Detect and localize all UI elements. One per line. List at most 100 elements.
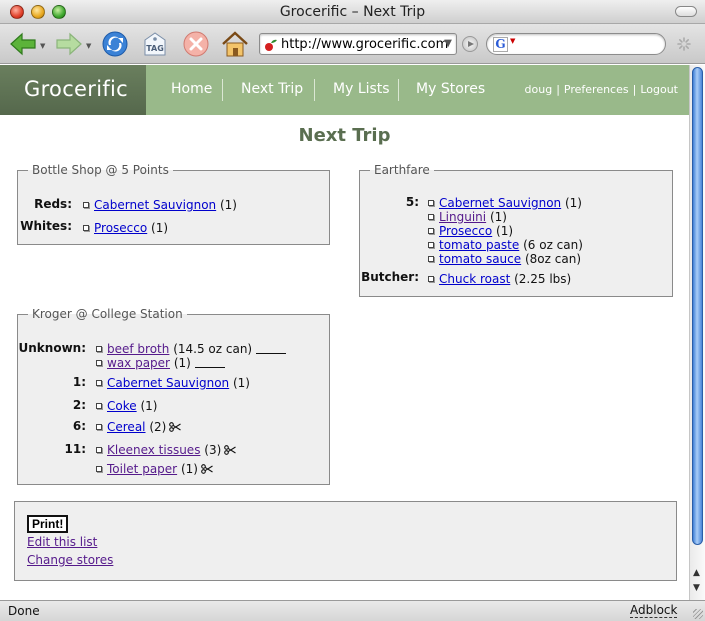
preferences-link[interactable]: Preferences (564, 83, 629, 96)
item-checkbox[interactable] (428, 228, 434, 234)
item-link[interactable]: Coke (107, 399, 137, 413)
edit-list-link[interactable]: Edit this list (27, 535, 97, 549)
item-checkbox[interactable] (96, 360, 102, 366)
item-link[interactable]: Toilet paper (107, 462, 177, 476)
item-qty: (1) (496, 224, 514, 238)
item-link[interactable]: Cabernet Sauvignon (107, 376, 229, 390)
logout-link[interactable]: Logout (640, 83, 678, 96)
status-bar: Done Adblock (0, 600, 705, 621)
forward-arrow-icon (56, 32, 82, 56)
toolbar-toggle-button[interactable] (675, 6, 697, 17)
print-button[interactable]: Print! (27, 515, 69, 533)
aisle-label: Unknown: (18, 341, 86, 355)
store-box-bottle-shop: Bottle Shop @ 5 Points Reds: Cabernet Sa… (17, 163, 330, 245)
search-bar[interactable]: G ▼ (486, 33, 666, 55)
change-stores-link[interactable]: Change stores (27, 553, 113, 567)
item-link[interactable]: Prosecco (439, 224, 492, 238)
price-blank (194, 367, 225, 368)
url-history-dropdown[interactable]: ▼ (444, 38, 452, 49)
item-checkbox[interactable] (428, 276, 434, 282)
item-checkbox[interactable] (428, 256, 434, 262)
list-item: Chuck roast (2.25 lbs) (428, 272, 571, 286)
nav-my-lists[interactable]: My Lists (333, 81, 390, 97)
item-qty: (3) (204, 443, 222, 457)
adblock-button[interactable]: Adblock (630, 604, 678, 618)
search-engine-dropdown[interactable]: ▼ (510, 37, 515, 45)
item-link[interactable]: Chuck roast (439, 272, 510, 286)
forward-history-dropdown[interactable]: ▼ (86, 42, 91, 50)
item-link[interactable]: Linguini (439, 210, 486, 224)
user-links: doug | Preferences | Logout (524, 83, 678, 96)
scroll-up-arrow-icon[interactable]: ▲ (693, 568, 700, 578)
scissors-icon[interactable] (169, 422, 182, 432)
site-favicon-icon (265, 39, 277, 51)
item-link[interactable]: tomato sauce (439, 252, 521, 266)
item-qty: (8oz can) (524, 252, 581, 266)
back-history-dropdown[interactable]: ▼ (40, 42, 45, 50)
back-button[interactable] (7, 28, 39, 60)
item-qty: (1) (489, 210, 507, 224)
nav-home[interactable]: Home (171, 81, 212, 97)
item-checkbox[interactable] (96, 424, 102, 430)
window-title: Grocerific – Next Trip (279, 4, 426, 20)
loading-throbber-icon (677, 37, 691, 51)
scrollbar-thumb[interactable] (692, 67, 703, 545)
item-checkbox[interactable] (83, 225, 89, 231)
item-link[interactable]: Cabernet Sauvignon (94, 198, 216, 212)
aisle-label: Butcher: (361, 270, 419, 284)
username-link[interactable]: doug (525, 83, 553, 96)
home-button[interactable] (219, 28, 251, 60)
svg-text:TAG: TAG (146, 44, 164, 53)
site-logo[interactable]: Grocerific (0, 65, 146, 115)
go-button[interactable] (462, 36, 478, 52)
item-link[interactable]: tomato paste (439, 238, 519, 252)
list-item: Cabernet Sauvignon (1) (83, 198, 237, 212)
item-link[interactable]: wax paper (107, 356, 170, 370)
stop-button[interactable] (180, 28, 212, 60)
list-item: tomato sauce (8oz can) (428, 252, 581, 266)
vertical-scrollbar[interactable]: ▲ ▼ (689, 65, 705, 600)
search-engine-icon[interactable]: G (493, 37, 508, 52)
item-checkbox[interactable] (428, 242, 434, 248)
item-checkbox[interactable] (96, 403, 102, 409)
item-link[interactable]: Cabernet Sauvignon (439, 196, 561, 210)
stop-icon (183, 31, 209, 57)
item-checkbox[interactable] (96, 380, 102, 386)
reload-icon (102, 31, 128, 57)
item-checkbox[interactable] (96, 466, 102, 472)
list-item: Prosecco (1) (428, 224, 513, 238)
item-checkbox[interactable] (428, 200, 434, 206)
store-name: Bottle Shop @ 5 Points (32, 163, 169, 177)
store-box-kroger: Kroger @ College Station Unknown: beef b… (17, 307, 330, 485)
list-item: Kleenex tissues (3) (96, 443, 237, 457)
scroll-down-arrow-icon[interactable]: ▼ (693, 583, 700, 593)
item-link[interactable]: Kleenex tissues (107, 443, 200, 457)
window-titlebar: Grocerific – Next Trip (0, 0, 705, 24)
scissors-icon[interactable] (224, 445, 237, 455)
item-checkbox[interactable] (96, 447, 102, 453)
item-qty: (6 oz can) (523, 238, 583, 252)
item-qty: (1) (140, 399, 158, 413)
forward-button[interactable] (53, 28, 85, 60)
back-arrow-icon (10, 32, 36, 56)
reload-button[interactable] (99, 28, 131, 60)
item-link[interactable]: Prosecco (94, 221, 147, 235)
address-bar[interactable]: http://www.grocerific.com ▼ (259, 33, 457, 55)
item-checkbox[interactable] (83, 202, 89, 208)
scissors-icon[interactable] (201, 464, 213, 474)
nav-my-stores[interactable]: My Stores (416, 81, 485, 97)
item-checkbox[interactable] (96, 346, 102, 352)
nav-divider (222, 79, 223, 101)
store-box-earthfare: Earthfare 5: Cabernet Sauvignon (1) Ling… (359, 163, 673, 297)
resize-grip[interactable] (693, 609, 703, 619)
list-item: Coke (1) (96, 399, 157, 413)
browser-toolbar: ▼ ▼ TAG http://www.grocerific.com ▼ G ▼ (0, 24, 705, 64)
status-text: Done (8, 604, 40, 618)
tag-button[interactable]: TAG (139, 28, 171, 60)
aisle-label: Reds: (34, 197, 72, 211)
item-link[interactable]: Cereal (107, 420, 146, 434)
nav-next-trip[interactable]: Next Trip (241, 81, 303, 97)
item-link[interactable]: beef broth (107, 342, 169, 356)
list-item: Cereal (2) (96, 420, 182, 434)
item-checkbox[interactable] (428, 214, 434, 220)
